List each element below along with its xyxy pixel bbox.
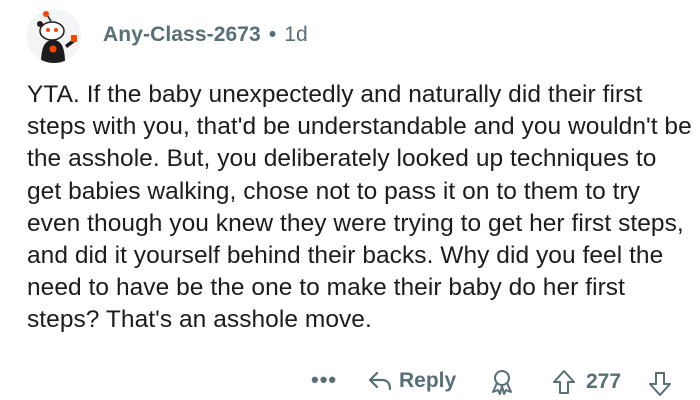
reply-arrow-icon [368,371,392,391]
user-avatar[interactable] [27,9,81,63]
meta-separator: • [268,23,277,46]
author-username[interactable]: Any-Class-2673 [103,23,261,46]
downvote-button[interactable] [648,371,672,397]
award-button[interactable] [489,369,515,395]
comment-body: YTA. If the baby unexpectedly and natura… [27,81,692,334]
comment-age[interactable]: 1d [284,23,308,46]
downvote-arrow-icon [649,372,671,396]
vote-score: 277 [586,370,622,393]
reply-button[interactable]: Reply [368,364,456,398]
comment-actions: ••• Reply 277 [0,363,700,400]
upvote-button[interactable] [552,369,576,395]
reply-label: Reply [399,369,457,392]
award-icon [492,370,512,395]
comment-header: Any-Class-2673 • 1d [103,23,308,47]
upvote-arrow-icon [553,370,575,394]
more-options-button[interactable]: ••• [311,369,337,391]
reddit-snoo-avatar-icon [27,9,81,63]
comment: Any-Class-2673 • 1d YTA. If the baby unexp… [0,0,700,400]
